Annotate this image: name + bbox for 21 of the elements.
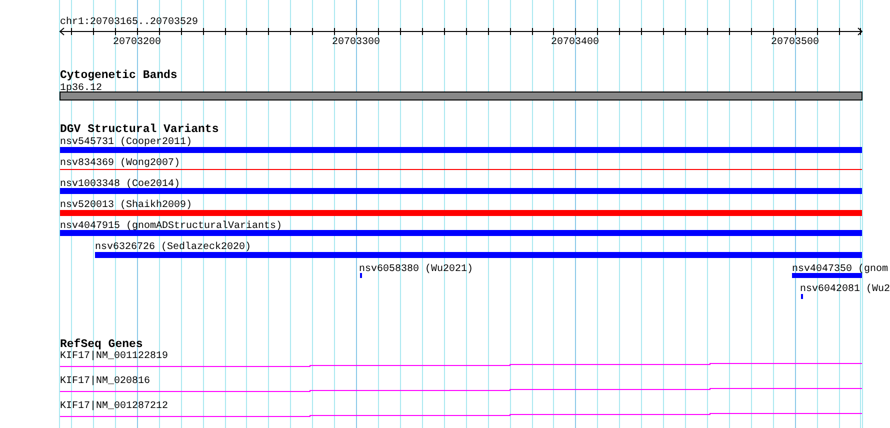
band-label: 1p36.12 xyxy=(60,83,102,94)
variant-label: nsv1003348 (Coe2014) xyxy=(60,179,180,190)
tick-label: 20703300 xyxy=(332,37,380,48)
track-title: DGV Structural Variants xyxy=(60,123,219,136)
tick-label: 20703400 xyxy=(551,37,599,48)
variant-label: nsv834369 (Wong2007) xyxy=(60,158,180,169)
gene-label: KIF17|NM_001122819 xyxy=(60,351,168,362)
gene-label: KIF17|NM_020816 xyxy=(60,376,150,387)
tick-label: 20703500 xyxy=(771,37,819,48)
variant-label: nsv6042081 (Wu2 xyxy=(800,284,890,295)
variant-label: nsv6326726 (Sedlazeck2020) xyxy=(95,242,252,253)
variant-label: nsv545731 (Cooper2011) xyxy=(60,137,192,148)
track-title: RefSeq Genes xyxy=(60,338,143,351)
tick-label: 20703200 xyxy=(113,37,161,48)
variant-label: nsv4047350 (gnom xyxy=(792,264,888,275)
variant-label: nsv520013 (Shaikh2009) xyxy=(60,200,192,211)
variant-label: nsv4047915 (gnomADStructuralVariants) xyxy=(60,221,282,232)
track-title: Cytogenetic Bands xyxy=(60,69,178,82)
gene-label: KIF17|NM_001287212 xyxy=(60,401,168,412)
position-label: chr1:20703165..20703529 xyxy=(60,17,198,28)
variant-label: nsv6058380 (Wu2021) xyxy=(359,264,474,275)
